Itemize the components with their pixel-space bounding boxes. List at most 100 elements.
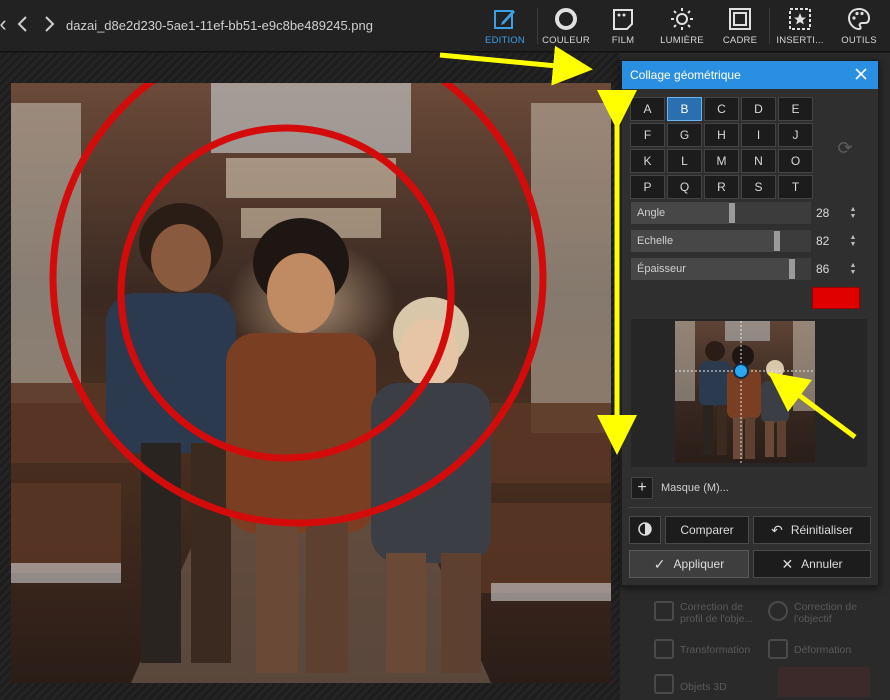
letter-button-g[interactable]: G bbox=[667, 123, 702, 147]
warp-icon bbox=[768, 639, 788, 659]
letter-button-d[interactable]: D bbox=[741, 97, 776, 121]
thickness-slider[interactable]: Épaisseur bbox=[631, 258, 811, 280]
scale-slider[interactable]: Echelle bbox=[631, 230, 811, 252]
geometric-collage-dialog: Collage géométrique ABCDE FGHIJ KLMNO PQRST… bbox=[621, 60, 879, 586]
scale-spinner[interactable]: ▲ ▼ bbox=[848, 234, 858, 248]
crop-icon bbox=[654, 639, 674, 659]
compare-button[interactable]: Comparer bbox=[665, 516, 749, 544]
apply-button[interactable]: ✓ Appliquer bbox=[629, 550, 749, 578]
letter-button-c[interactable]: C bbox=[704, 97, 739, 121]
scale-value[interactable]: 82 bbox=[816, 234, 829, 248]
scale-slider-thumb[interactable] bbox=[774, 231, 780, 251]
thickness-slider-thumb[interactable] bbox=[789, 259, 795, 279]
letter-button-s[interactable]: S bbox=[741, 175, 776, 199]
add-mask-button[interactable]: + bbox=[631, 477, 653, 499]
thickness-label: Épaisseur bbox=[637, 263, 686, 275]
preview-image bbox=[675, 321, 815, 463]
tool-outils[interactable]: OUTILS bbox=[830, 4, 888, 48]
cancel-button[interactable]: ✕ Annuler bbox=[753, 550, 871, 578]
top-toolbar: ‹ dazai_d8e2d230-5ae1-11ef-bb51-e9c8be48… bbox=[0, 0, 890, 52]
refresh-icon[interactable]: ⟳ bbox=[834, 137, 856, 159]
toolbar-divider bbox=[769, 8, 770, 44]
frame-icon bbox=[729, 8, 751, 30]
compare-toggle-button[interactable] bbox=[629, 516, 661, 544]
thickness-value[interactable]: 86 bbox=[816, 262, 829, 276]
photo-illustration bbox=[11, 83, 611, 683]
chevron-left-icon[interactable]: ‹ bbox=[0, 12, 12, 36]
close-button[interactable] bbox=[852, 65, 870, 83]
letter-button-r[interactable]: R bbox=[704, 175, 739, 199]
letter-button-f[interactable]: F bbox=[630, 123, 665, 147]
file-name: dazai_d8e2d230-5ae1-11ef-bb51-e9c8be4892… bbox=[66, 18, 373, 33]
mask-label[interactable]: Masque (M)... bbox=[661, 482, 729, 494]
letter-button-i[interactable]: I bbox=[741, 123, 776, 147]
tool-insertion[interactable]: INSERTI... bbox=[771, 4, 829, 48]
thickness-spinner[interactable]: ▲ ▼ bbox=[848, 262, 858, 276]
edit-icon bbox=[494, 10, 515, 29]
letter-button-m[interactable]: M bbox=[704, 149, 739, 173]
photo-canvas[interactable] bbox=[11, 83, 611, 683]
divider bbox=[628, 507, 872, 508]
back-button[interactable] bbox=[14, 12, 32, 36]
panel-item-objets-3d[interactable]: Objets 3D bbox=[680, 681, 727, 693]
panel-item-transformation[interactable]: Transformation bbox=[680, 644, 750, 656]
letter-button-p[interactable]: P bbox=[630, 175, 665, 199]
preview-area bbox=[631, 319, 867, 467]
preview-thumbnail[interactable] bbox=[675, 321, 815, 463]
reset-label: Réinitialiser bbox=[790, 523, 853, 537]
panel-item-lens[interactable]: Correction de l'objectif bbox=[794, 601, 874, 625]
panel-highlight bbox=[778, 667, 870, 697]
panel-item-deformation[interactable]: Déformation bbox=[794, 644, 851, 656]
letter-button-l[interactable]: L bbox=[667, 149, 702, 173]
tool-edition[interactable]: EDITION bbox=[476, 4, 534, 48]
tool-outils-label: OUTILS bbox=[841, 35, 877, 46]
letter-button-j[interactable]: J bbox=[778, 123, 813, 147]
angle-slider-thumb[interactable] bbox=[729, 203, 735, 223]
compare-split-icon bbox=[638, 522, 652, 536]
chevron-left-icon bbox=[17, 16, 27, 32]
canvas-workspace[interactable] bbox=[0, 53, 620, 700]
letter-button-q[interactable]: Q bbox=[667, 175, 702, 199]
sun-icon bbox=[671, 8, 693, 30]
color-swatch[interactable] bbox=[812, 287, 860, 309]
letter-button-t[interactable]: T bbox=[778, 175, 813, 199]
compare-label: Comparer bbox=[680, 523, 734, 537]
reset-button[interactable]: ↶ Réinitialiser bbox=[753, 516, 871, 544]
tool-lumiere[interactable]: LUMIÈRE bbox=[653, 4, 711, 48]
letter-button-a[interactable]: A bbox=[630, 97, 665, 121]
panel-item-lens-profile[interactable]: Correction de profil de l'obje... bbox=[680, 601, 764, 625]
chevron-right-icon bbox=[45, 16, 55, 32]
tool-lumiere-label: LUMIÈRE bbox=[660, 35, 704, 46]
letter-button-n[interactable]: N bbox=[741, 149, 776, 173]
forward-button[interactable] bbox=[40, 12, 58, 36]
tool-edition-label: EDITION bbox=[485, 35, 525, 46]
tool-film[interactable]: FILM bbox=[594, 4, 652, 48]
letter-button-e[interactable]: E bbox=[778, 97, 813, 121]
angle-spinner[interactable]: ▲ ▼ bbox=[848, 206, 858, 220]
circle-icon bbox=[555, 8, 577, 30]
letter-button-k[interactable]: K bbox=[630, 149, 665, 173]
angle-slider[interactable]: Angle bbox=[631, 202, 811, 224]
app-window: ‹ dazai_d8e2d230-5ae1-11ef-bb51-e9c8be48… bbox=[0, 0, 890, 700]
letter-button-b[interactable]: B bbox=[667, 97, 702, 121]
angle-value[interactable]: 28 bbox=[816, 206, 829, 220]
film-icon bbox=[613, 9, 633, 30]
insert-star-icon bbox=[789, 8, 811, 30]
tool-couleur[interactable]: COULEUR bbox=[537, 4, 595, 48]
lens-icon bbox=[768, 601, 788, 621]
tool-cadre[interactable]: CADRE bbox=[711, 4, 769, 48]
tool-cadre-label: CADRE bbox=[722, 35, 758, 46]
dialog-header[interactable]: Collage géométrique bbox=[622, 61, 878, 89]
letter-button-h[interactable]: H bbox=[704, 123, 739, 147]
tool-film-label: FILM bbox=[611, 35, 635, 46]
close-icon: ✕ bbox=[781, 556, 794, 572]
letter-button-o[interactable]: O bbox=[778, 149, 813, 173]
tool-couleur-label: COULEUR bbox=[542, 35, 590, 46]
undo-icon: ↶ bbox=[771, 522, 783, 538]
scale-label: Echelle bbox=[637, 235, 674, 247]
angle-label: Angle bbox=[637, 207, 666, 219]
lens-profile-icon bbox=[654, 601, 674, 621]
check-icon: ✓ bbox=[653, 556, 666, 572]
cube-icon bbox=[654, 674, 674, 694]
palette-icon bbox=[847, 7, 871, 31]
